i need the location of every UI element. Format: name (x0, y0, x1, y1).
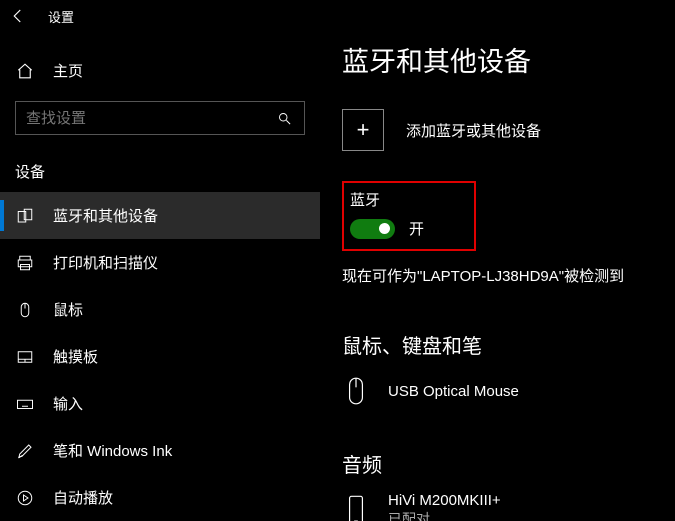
page-title: 蓝牙和其他设备 (342, 40, 675, 79)
bluetooth-devices-icon (15, 206, 35, 226)
device-row-mouse[interactable]: USB Optical Mouse (342, 373, 675, 409)
touchpad-icon (15, 347, 35, 367)
nav-label: 鼠标 (53, 299, 83, 320)
nav-typing[interactable]: 输入 (0, 380, 320, 427)
device-name: USB Optical Mouse (388, 383, 519, 400)
nav-pen[interactable]: 笔和 Windows Ink (0, 427, 320, 474)
printer-icon (15, 253, 35, 273)
search-input[interactable] (26, 110, 267, 127)
device-row-audio[interactable]: HiVi M200MKIII+ 已配对 (342, 492, 675, 521)
home-icon (15, 61, 35, 81)
bluetooth-state: 开 (409, 218, 424, 239)
search-box[interactable] (15, 101, 305, 135)
nav-mouse[interactable]: 鼠标 (0, 286, 320, 333)
keyboard-icon (15, 394, 35, 414)
nav-touchpad[interactable]: 触摸板 (0, 333, 320, 380)
plus-icon: + (342, 109, 384, 151)
nav-label: 蓝牙和其他设备 (53, 205, 158, 226)
nav-label: 输入 (53, 393, 83, 414)
discoverable-status: 现在可作为"LAPTOP-LJ38HD9A"被检测到 (342, 265, 675, 286)
bluetooth-toggle-highlight: 蓝牙 开 (342, 181, 476, 251)
pen-icon (15, 441, 35, 461)
section-mouse-keyboard: 鼠标、键盘和笔 (342, 330, 675, 359)
device-name: HiVi M200MKIII+ (388, 492, 501, 509)
home-label: 主页 (53, 60, 83, 81)
bluetooth-label: 蓝牙 (350, 189, 424, 210)
nav-label: 笔和 Windows Ink (53, 440, 172, 461)
add-device-button[interactable]: + 添加蓝牙或其他设备 (342, 109, 675, 151)
autoplay-icon (15, 488, 35, 508)
nav-printers[interactable]: 打印机和扫描仪 (0, 239, 320, 286)
device-status: 已配对 (388, 509, 501, 521)
search-icon (274, 108, 294, 128)
mouse-device-icon (342, 373, 370, 409)
nav-bluetooth[interactable]: 蓝牙和其他设备 (0, 192, 320, 239)
phone-device-icon (342, 493, 370, 521)
nav-autoplay[interactable]: 自动播放 (0, 474, 320, 521)
nav-label: 触摸板 (53, 346, 98, 367)
mouse-icon (15, 300, 35, 320)
back-button[interactable] (8, 6, 28, 26)
bluetooth-toggle[interactable] (350, 219, 395, 239)
home-nav[interactable]: 主页 (0, 48, 320, 93)
nav-label: 打印机和扫描仪 (53, 252, 158, 273)
nav-label: 自动播放 (53, 487, 113, 508)
section-audio: 音频 (342, 449, 675, 478)
section-header: 设备 (0, 143, 320, 192)
add-device-label: 添加蓝牙或其他设备 (406, 120, 541, 141)
window-title: 设置 (48, 7, 74, 26)
